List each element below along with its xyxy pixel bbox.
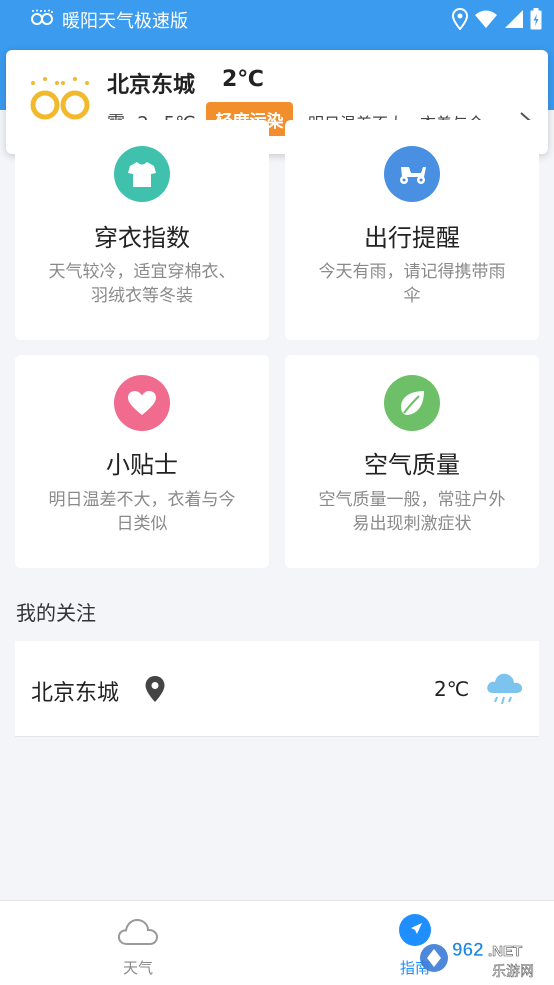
battery-icon (530, 8, 542, 30)
scooter-icon (384, 146, 440, 202)
signal-icon (505, 10, 523, 28)
cloud-icon (117, 918, 159, 945)
tile-title: 穿衣指数 (94, 224, 190, 252)
tile-desc: 天气较冷，适宜穿棉衣、羽绒衣等冬装 (48, 262, 236, 306)
tile-title: 小贴士 (106, 451, 178, 479)
tile-desc: 明日温差不大，衣着与今日类似 (48, 490, 236, 534)
tile-title: 出行提醒 (364, 224, 460, 252)
heart-icon (114, 375, 170, 431)
wifi-icon (475, 10, 497, 28)
tile-clothing-index[interactable]: 穿衣指数 天气较冷，适宜穿棉衣、羽绒衣等冬装 (15, 120, 269, 340)
rain-cloud-icon (487, 673, 523, 705)
tile-title: 空气质量 (364, 451, 460, 479)
tile-travel-reminder[interactable]: 出行提醒 今天有雨，请记得携带雨伞 (285, 120, 539, 340)
status-bar: 暖阳天气极速版 (0, 0, 554, 38)
followed-city-temp: 2℃ (434, 677, 470, 701)
status-app-name: 暖阳天气极速版 (62, 11, 188, 32)
section-title-my-follows: 我的关注 (16, 601, 96, 625)
current-temp: 2℃ (222, 67, 264, 92)
location-icon (452, 8, 468, 30)
followed-city-name: 北京东城 (31, 681, 120, 706)
site-watermark-logo: 962 .NET 乐游网 (420, 940, 534, 980)
tile-air-quality[interactable]: 空气质量 空气质量一般，常驻户外易出现刺激症状 (285, 355, 539, 568)
leaf-icon (384, 375, 440, 431)
status-icons (452, 8, 542, 30)
location-pin-icon (145, 676, 165, 702)
tile-desc: 今天有雨，请记得携带雨伞 (318, 262, 506, 306)
svg-text:962: 962 (452, 940, 484, 961)
followed-city-row[interactable]: 北京东城 2℃ (15, 641, 539, 737)
current-city: 北京东城 (107, 73, 196, 98)
tab-weather[interactable]: 天气 (78, 901, 198, 985)
svg-text:.NET: .NET (488, 943, 522, 960)
shirt-icon (114, 146, 170, 202)
tile-desc: 空气质量一般，常驻户外易出现刺激症状 (318, 490, 506, 534)
tab-label: 天气 (122, 959, 153, 977)
svg-text:乐游网: 乐游网 (492, 964, 534, 980)
app-logo-icon (31, 9, 53, 25)
tile-tips[interactable]: 小贴士 明日温差不大，衣着与今日类似 (15, 355, 269, 568)
